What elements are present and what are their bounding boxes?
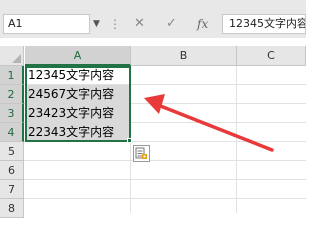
annotation-arrow-overlay bbox=[144, 94, 274, 152]
red-arrow-icon bbox=[144, 94, 274, 152]
